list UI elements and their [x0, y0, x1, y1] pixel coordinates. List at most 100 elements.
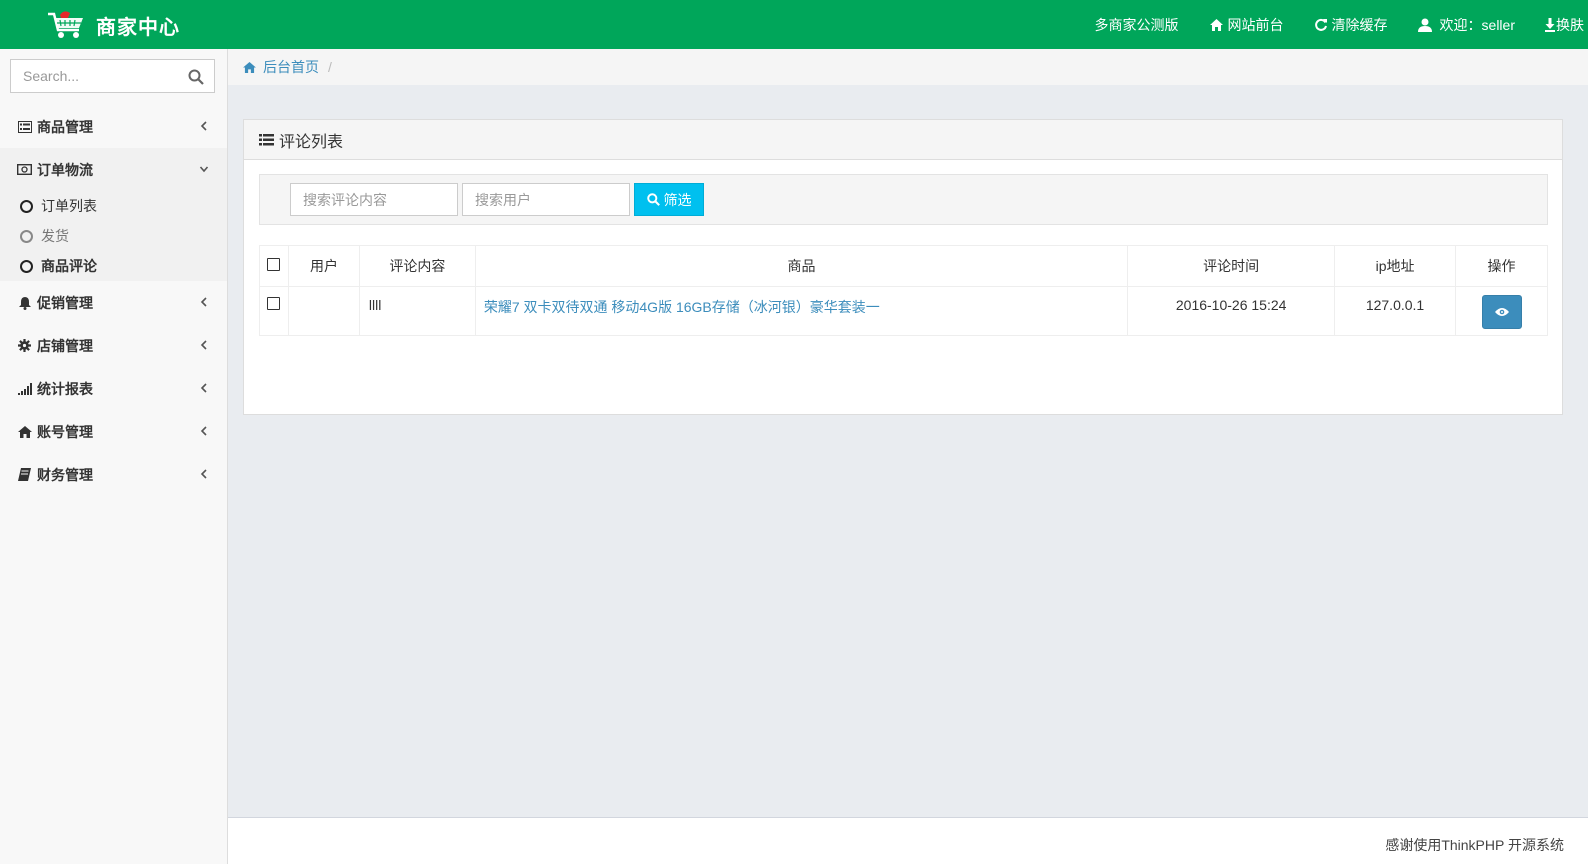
nav-skin-link[interactable]: 换肤 [1530, 0, 1588, 49]
sidebar-menu: 商品管理 订单物流 订单列表 发货 商品评论 促销管理 店铺管理 统计报表 账号… [0, 105, 227, 496]
circle-icon [20, 199, 33, 213]
sidebar-item-label: 财务管理 [37, 466, 93, 483]
breadcrumb-home-label: 后台首页 [263, 59, 319, 75]
review-list-panel: 评论列表 筛选 用户 评论内容 商品 评论时间 ip地址 操作 [243, 119, 1563, 415]
nav-frontend-label: 网站前台 [1227, 16, 1284, 33]
sidebar-item-label: 账号管理 [37, 423, 93, 440]
panel-title: 评论列表 [279, 133, 344, 151]
chevron-left-icon [200, 426, 207, 436]
sidebar-item-label: 促销管理 [37, 294, 93, 311]
row-checkbox[interactable] [267, 297, 281, 310]
nav-edition-label: 多商家公测版 [1094, 16, 1179, 33]
sidebar-subitem-label: 发货 [41, 228, 69, 244]
sidebar-subitem-reviews[interactable]: 商品评论 [0, 251, 227, 281]
sidebar: 商品管理 订单物流 订单列表 发货 商品评论 [0, 49, 228, 864]
cell-actions [1455, 286, 1548, 336]
chevron-left-icon [200, 121, 207, 131]
filter-bar: 筛选 [259, 174, 1548, 225]
cell-ip: 127.0.0.1 [1334, 286, 1456, 336]
column-header-actions: 操作 [1455, 245, 1548, 287]
brand[interactable]: 商家中心 [46, 8, 180, 42]
nav-user-label: 欢迎：seller [1439, 16, 1515, 33]
cell-time: 2016-10-26 15:24 [1127, 286, 1336, 336]
row-select-cell [259, 286, 289, 336]
home-icon [243, 61, 256, 73]
download-icon [1545, 17, 1555, 32]
footer-text: 感谢使用ThinkPHP 开源系统 [1385, 837, 1564, 853]
cell-content: llll [358, 286, 476, 336]
cell-goods: 荣耀7 双卡双待双通 移动4G版 16GB存储（冰河银）豪华套装一 [474, 286, 1129, 336]
sidebar-item-finance[interactable]: 财务管理 [0, 453, 227, 496]
goods-link[interactable]: 荣耀7 双卡双待双通 移动4G版 16GB存储（冰河银）豪华套装一 [484, 299, 880, 315]
review-table: 用户 评论内容 商品 评论时间 ip地址 操作 llll 荣耀7 双卡双待双通 … [259, 245, 1548, 336]
sidebar-group-orders: 订单物流 订单列表 发货 商品评论 [0, 148, 227, 281]
book-icon [17, 467, 32, 482]
chevron-left-icon [200, 469, 207, 479]
sidebar-item-label: 店铺管理 [37, 337, 93, 354]
nav-skin-label: 换肤 [1556, 16, 1584, 33]
sidebar-subitem-label: 订单列表 [41, 198, 97, 214]
footer: 感谢使用ThinkPHP 开源系统 [228, 817, 1588, 864]
home-icon [17, 424, 32, 439]
breadcrumb-separator: / [328, 59, 332, 75]
view-button[interactable] [1481, 295, 1522, 329]
refresh-icon [1314, 18, 1328, 32]
chevron-left-icon [200, 297, 207, 307]
sidebar-subitem-label: 商品评论 [41, 258, 97, 274]
sidebar-subitem-ship[interactable]: 发货 [0, 221, 227, 251]
bell-icon [17, 295, 32, 310]
review-content-search-input[interactable] [290, 183, 458, 216]
cell-user [287, 286, 360, 336]
breadcrumb-home-link[interactable]: 后台首页 [243, 57, 319, 77]
breadcrumb: 后台首页 / [228, 49, 1588, 85]
eye-icon [1494, 308, 1509, 316]
list-alt-icon [17, 119, 32, 134]
column-header-goods: 商品 [474, 245, 1129, 287]
search-icon [646, 193, 660, 206]
shopping-cart-logo-icon [48, 11, 83, 38]
search-icon[interactable] [188, 69, 204, 85]
sidebar-item-account[interactable]: 账号管理 [0, 410, 227, 453]
sidebar-item-goods[interactable]: 商品管理 [0, 105, 227, 148]
column-header-time: 评论时间 [1127, 245, 1336, 287]
table-row: llll 荣耀7 双卡双待双通 移动4G版 16GB存储（冰河银）豪华套装一 2… [259, 286, 1548, 336]
sidebar-search-input[interactable] [11, 60, 195, 92]
user-search-input[interactable] [462, 183, 630, 216]
column-header-user: 用户 [287, 245, 360, 287]
circle-icon [20, 259, 33, 273]
sidebar-item-stats[interactable]: 统计报表 [0, 367, 227, 410]
nav-user-menu[interactable]: 欢迎：seller [1403, 0, 1530, 49]
home-icon [1209, 18, 1224, 32]
cog-icon [17, 338, 32, 353]
user-icon [1417, 18, 1432, 32]
select-all-checkbox[interactable] [267, 258, 281, 271]
sidebar-item-store[interactable]: 店铺管理 [0, 324, 227, 367]
column-header-ip: ip地址 [1334, 245, 1456, 287]
sidebar-item-promotion[interactable]: 促销管理 [0, 281, 227, 324]
chevron-down-icon [199, 166, 209, 173]
nav-clear-cache-label: 清除缓存 [1331, 16, 1388, 33]
column-header-content: 评论内容 [358, 245, 476, 287]
sidebar-item-label: 统计报表 [37, 380, 93, 397]
sidebar-search [10, 59, 215, 93]
sidebar-subitem-order-list[interactable]: 订单列表 [0, 191, 227, 221]
signal-icon [17, 381, 32, 396]
money-icon [17, 162, 32, 177]
top-navbar: 商家中心 多商家公测版 网站前台 清除缓存 欢迎：seller 换肤 [0, 0, 1588, 49]
filter-button[interactable]: 筛选 [634, 183, 704, 216]
list-icon [259, 133, 274, 145]
panel-header: 评论列表 [244, 120, 1562, 160]
nav-edition-link[interactable]: 多商家公测版 [1080, 0, 1194, 49]
select-all-cell [259, 245, 289, 287]
chevron-left-icon [200, 340, 207, 350]
sidebar-item-orders[interactable]: 订单物流 [0, 148, 227, 191]
sidebar-item-label: 订单物流 [37, 161, 93, 178]
filter-button-label: 筛选 [663, 191, 692, 208]
nav-clear-cache-link[interactable]: 清除缓存 [1299, 0, 1403, 49]
sidebar-item-label: 商品管理 [37, 118, 93, 135]
nav-frontend-link[interactable]: 网站前台 [1194, 0, 1299, 49]
chevron-left-icon [200, 383, 207, 393]
brand-title: 商家中心 [96, 16, 180, 39]
table-header-row: 用户 评论内容 商品 评论时间 ip地址 操作 [259, 245, 1548, 287]
circle-icon [20, 229, 33, 243]
